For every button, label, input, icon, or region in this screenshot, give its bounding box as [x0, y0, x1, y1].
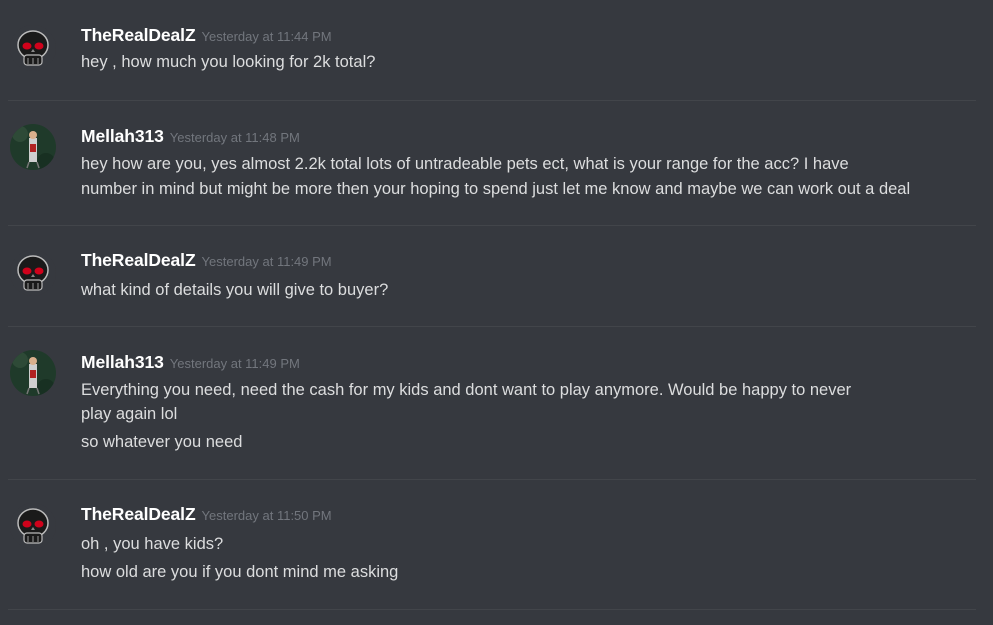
- message-text: so whatever you need: [81, 433, 243, 451]
- timestamp: Yesterday at 11:44 PM: [201, 29, 332, 44]
- skull-avatar-icon[interactable]: [10, 25, 56, 71]
- message-text: Everything you need, need the cash for m…: [81, 381, 852, 399]
- character-avatar-icon[interactable]: [10, 350, 56, 396]
- message-text: hey how are you, yes almost 2.2k total l…: [81, 155, 849, 173]
- message-divider: [8, 326, 976, 327]
- message-divider: [8, 479, 976, 480]
- message-text: play again lol: [81, 405, 178, 423]
- username[interactable]: TheRealDealZ: [81, 504, 196, 524]
- message-header: TheRealDealZ Yesterday at 11:44 PM: [81, 25, 332, 46]
- chat-messages: TheRealDealZ Yesterday at 11:44 PM hey , …: [0, 0, 993, 625]
- username[interactable]: TheRealDealZ: [81, 25, 196, 45]
- skull-avatar-icon[interactable]: [10, 503, 56, 549]
- message-text: how old are you if you dont mind me aski…: [81, 563, 399, 581]
- message-header: TheRealDealZ Yesterday at 11:50 PM: [81, 504, 332, 525]
- timestamp: Yesterday at 11:50 PM: [201, 508, 332, 523]
- username[interactable]: Mellah313: [81, 352, 164, 372]
- message-text: oh , you have kids?: [81, 535, 224, 553]
- username[interactable]: TheRealDealZ: [81, 250, 196, 270]
- timestamp: Yesterday at 11:49 PM: [169, 356, 300, 371]
- message-text: number in mind but might be more then yo…: [81, 180, 911, 198]
- message-divider: [8, 225, 976, 226]
- character-avatar-icon[interactable]: [10, 124, 56, 170]
- message-divider: [8, 609, 976, 610]
- skull-avatar-icon[interactable]: [10, 250, 56, 296]
- username[interactable]: Mellah313: [81, 126, 164, 146]
- message-header: Mellah313 Yesterday at 11:48 PM: [81, 126, 300, 147]
- timestamp: Yesterday at 11:48 PM: [169, 130, 300, 145]
- timestamp: Yesterday at 11:49 PM: [201, 254, 332, 269]
- message-header: Mellah313 Yesterday at 11:49 PM: [81, 352, 300, 373]
- message-text: hey , how much you looking for 2k total?: [81, 53, 376, 71]
- message-divider: [8, 100, 976, 101]
- message-text: what kind of details you will give to bu…: [81, 281, 389, 299]
- message-header: TheRealDealZ Yesterday at 11:49 PM: [81, 250, 332, 271]
